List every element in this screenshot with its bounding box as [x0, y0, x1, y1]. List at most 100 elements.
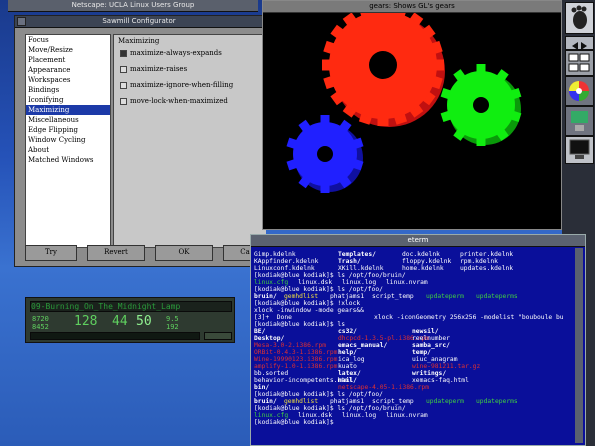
- terminal-text: xlock -iconGeometry 256x256 -modelist "b…: [374, 314, 564, 321]
- checkbox[interactable]: [120, 81, 127, 89]
- terminal-text: Linuxconf.kdelnk: [254, 265, 315, 272]
- terminal-text: [kodiak@blue kodiak]$ !xlock: [254, 300, 361, 307]
- monitor-icon[interactable]: [565, 136, 594, 164]
- terminal-scrollbar[interactable]: [575, 248, 583, 443]
- terminal-text: gemhdlist: [284, 398, 319, 405]
- terminal-text: Wine-19990123.i386.rpm: [254, 356, 338, 363]
- terminal-text: linux.nvram: [386, 279, 428, 286]
- checkbox[interactable]: [120, 49, 127, 57]
- netscape-titlebar[interactable]: Netscape: UCLA Linux Users Group: [8, 0, 258, 12]
- category-item[interactable]: Bindings: [26, 85, 110, 95]
- category-item[interactable]: Move/Resize: [26, 45, 110, 55]
- terminal-text: xlock -inwindow -mode gears&&: [254, 307, 364, 314]
- terminal-text: KAppfinder.kdelnk: [254, 258, 319, 265]
- gears-titlebar[interactable]: gears: Shows GL's gears: [263, 1, 561, 13]
- terminal-text: linux.dsk: [298, 279, 333, 286]
- sawmill-configurator-window[interactable]: Sawmill Configurator Focus Move/Resize Pla…: [14, 15, 266, 267]
- terminal-text: XKill.kdelnk: [338, 265, 384, 272]
- option-label: maximize-ignore-when-filling: [130, 81, 234, 89]
- terminal-text: script_temp: [372, 293, 414, 300]
- gnome-foot-icon[interactable]: [565, 2, 594, 34]
- category-item[interactable]: Window Cycling: [26, 135, 110, 145]
- terminal-text: mail/: [338, 377, 357, 384]
- terminal-text: [kodiak@blue kodiak]$ ls /opt/foo/bruin/: [254, 272, 406, 279]
- terminal-text: gemhdlist: [284, 293, 319, 300]
- network-icon[interactable]: [565, 106, 594, 136]
- kbps-display: 128: [74, 314, 98, 329]
- terminal-window[interactable]: eterm Gimp.kdelnk Templates/doc.kdelnk pri…: [250, 234, 586, 446]
- color-wheel-icon[interactable]: [565, 76, 594, 106]
- xmms-player[interactable]: 09-Burning_On_The_Midnight_Lamp 8720 845…: [25, 297, 235, 343]
- terminal-text: amplify-1.0-1.i386.rpm: [254, 363, 338, 370]
- terminal-text: doc.kdelnk: [402, 251, 440, 258]
- terminal-text: phatjams1: [330, 293, 365, 300]
- terminal-text: linux.nvram: [386, 412, 428, 419]
- option-checkbox-row[interactable]: maximize-raises: [120, 65, 187, 73]
- khz-display: 44: [112, 314, 128, 329]
- terminal-text: updates.kdelnk: [460, 265, 514, 272]
- terminal-text: updateperms: [476, 293, 518, 300]
- playback-controls[interactable]: [204, 332, 232, 340]
- terminal-text: cs32/: [338, 328, 357, 335]
- terminal-text: writings/: [412, 370, 447, 377]
- terminal-text: bruin/: [254, 293, 277, 300]
- try-button[interactable]: Try: [25, 245, 77, 261]
- terminal-text: [kodiak@blue kodiak]$ ls /opt/foo/bruin/: [254, 405, 406, 412]
- category-item[interactable]: Maximizing: [26, 105, 110, 115]
- category-item[interactable]: Matched Windows: [26, 155, 110, 165]
- terminal-text: updateperms: [476, 398, 518, 405]
- terminal-text: latex/: [338, 370, 361, 377]
- terminal-text: floppy.kdelnk: [402, 258, 452, 265]
- checkbox[interactable]: [120, 65, 127, 73]
- terminal-text: [kodiak@blue kodiak]$ ls: [254, 321, 345, 328]
- terminal-output[interactable]: Gimp.kdelnk Templates/doc.kdelnk printer.k…: [251, 239, 573, 439]
- terminal-text: linux.cfg: [254, 279, 289, 286]
- terminal-text: xemacs-faq.html: [412, 377, 469, 384]
- terminal-text: [kodiak@blue kodiak]$: [254, 419, 338, 426]
- option-checkbox-row[interactable]: maximize-always-expands: [120, 49, 222, 57]
- terminal-text: BE/: [254, 328, 266, 335]
- window-menu-button[interactable]: [17, 17, 26, 26]
- category-item[interactable]: Miscellaneous: [26, 115, 110, 125]
- sawmill-title: Sawmill Configurator: [102, 17, 176, 25]
- checkbox[interactable]: [120, 97, 127, 105]
- terminal-text: linux.dsk: [298, 412, 333, 419]
- terminal-text: samba_src/: [412, 342, 450, 349]
- pager-arrows-icon[interactable]: [565, 36, 594, 50]
- category-item[interactable]: Placement: [26, 55, 110, 65]
- sawmill-titlebar[interactable]: Sawmill Configurator: [15, 16, 263, 28]
- terminal-text: phatjams1: [330, 398, 365, 405]
- category-item[interactable]: Workspaces: [26, 75, 110, 85]
- terminal-text: ica_log: [338, 356, 365, 363]
- category-item[interactable]: About: [26, 145, 110, 155]
- terminal-text: Trash/: [338, 258, 361, 265]
- terminal-text: rpm.kdelnk: [460, 258, 498, 265]
- revert-button[interactable]: Revert: [87, 245, 145, 261]
- netscape-window[interactable]: Netscape: UCLA Linux Users Group: [8, 0, 258, 12]
- terminal-text: bb.sorted: [254, 370, 289, 377]
- pager-icon[interactable]: [565, 50, 594, 76]
- terminal-text: temp/: [412, 349, 431, 356]
- terminal-text: netscape-4.05-1.i386.rpm: [338, 384, 429, 391]
- right-counter-display: 9.5 192: [166, 315, 179, 331]
- terminal-text: [3]+ Done: [254, 314, 292, 321]
- time-display: 50: [136, 314, 152, 329]
- category-item[interactable]: Iconifying: [26, 95, 110, 105]
- gears-window[interactable]: gears: Shows GL's gears: [262, 0, 562, 230]
- ok-button[interactable]: OK: [155, 245, 213, 261]
- category-item[interactable]: Focus: [26, 35, 110, 45]
- right-counter-1: 9.5: [166, 315, 179, 323]
- gears-canvas: [286, 13, 522, 193]
- terminal-text: Desktop/: [254, 335, 285, 342]
- category-item[interactable]: Edge Flipping: [26, 125, 110, 135]
- option-label: maximize-raises: [130, 65, 188, 73]
- gears-title: gears: Shows GL's gears: [369, 2, 455, 10]
- category-item[interactable]: Appearance: [26, 65, 110, 75]
- option-checkbox-row[interactable]: maximize-ignore-when-filling: [120, 81, 233, 89]
- terminal-text: ORBit-0.4.3-1.i386.rpm: [254, 349, 338, 356]
- terminal-text: Templates/: [338, 251, 376, 258]
- terminal-text: emacs_manual/: [338, 342, 388, 349]
- category-list[interactable]: Focus Move/Resize Placement Appearance Works…: [25, 34, 111, 248]
- seek-bar[interactable]: [30, 332, 200, 340]
- option-checkbox-row[interactable]: move-lock-when-maximized: [120, 97, 228, 105]
